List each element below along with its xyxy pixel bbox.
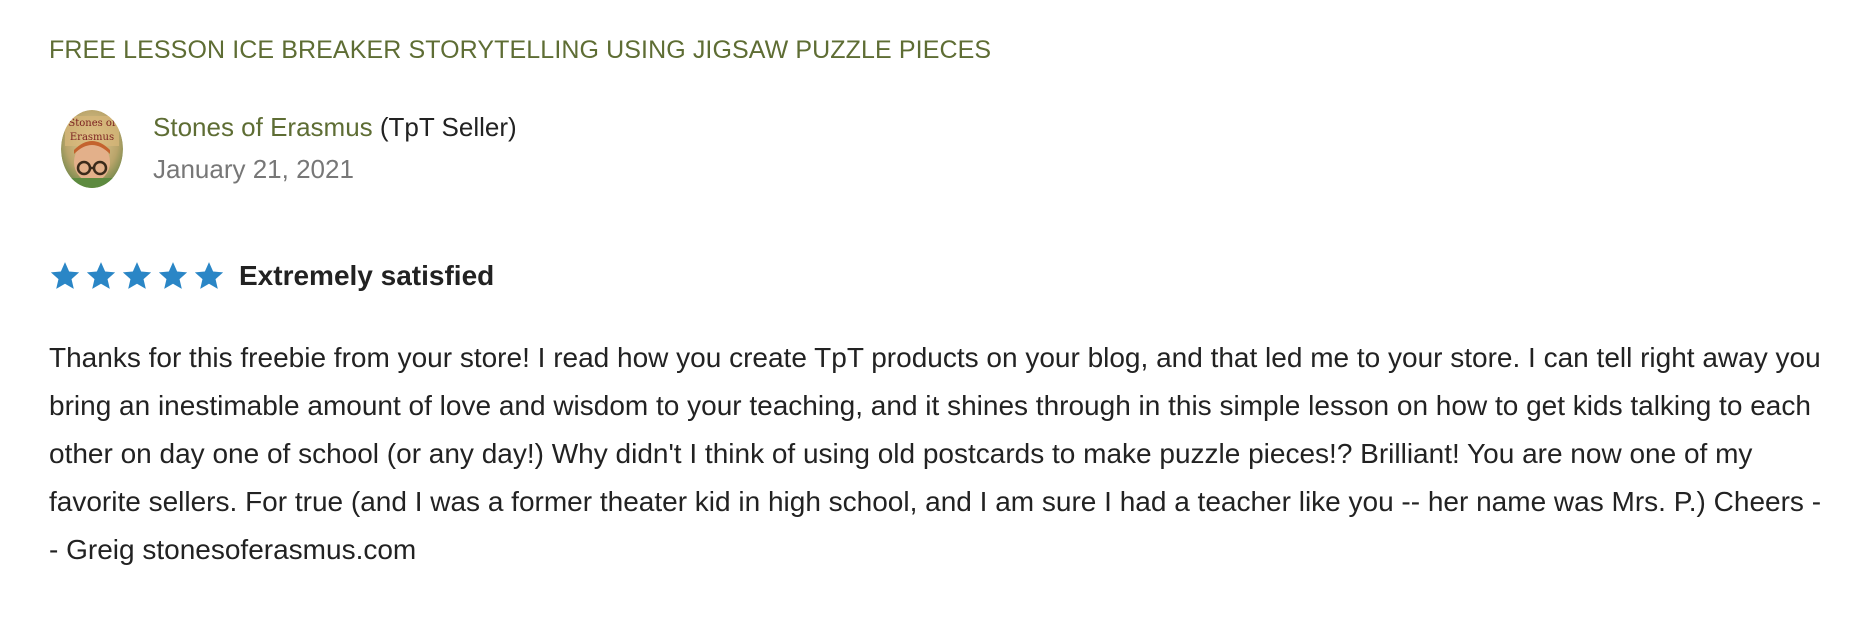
rating: Extremely satisfied	[49, 256, 494, 296]
product-title-link[interactable]: FREE LESSON ICE BREAKER STORYTELLING USI…	[49, 36, 991, 65]
star-icon	[194, 262, 224, 289]
star-icon	[86, 262, 116, 289]
star-icon	[158, 262, 188, 289]
reviewer-role-label: (TpT Seller)	[379, 112, 517, 142]
reviewer-name-link[interactable]: Stones of Erasmus	[153, 112, 373, 142]
reviewer-avatar[interactable]: Stones of Erasmus	[61, 110, 123, 188]
review-text: Thanks for this freebie from your store!…	[49, 342, 1822, 565]
store-logo-avatar-icon: Stones of Erasmus	[61, 110, 123, 188]
star-icon	[50, 262, 80, 289]
reviewer-name-line: Stones of Erasmus (TpT Seller)	[153, 112, 517, 143]
review-date: January 21, 2021	[153, 154, 354, 184]
rating-label: Extremely satisfied	[239, 260, 495, 291]
star-rating	[49, 260, 225, 292]
reviewer-info: Stones of Erasmus Stones of Erasmus (TpT…	[49, 108, 749, 192]
avatar-logo-text-1: Stones of	[68, 118, 117, 129]
star-icon	[122, 262, 152, 289]
